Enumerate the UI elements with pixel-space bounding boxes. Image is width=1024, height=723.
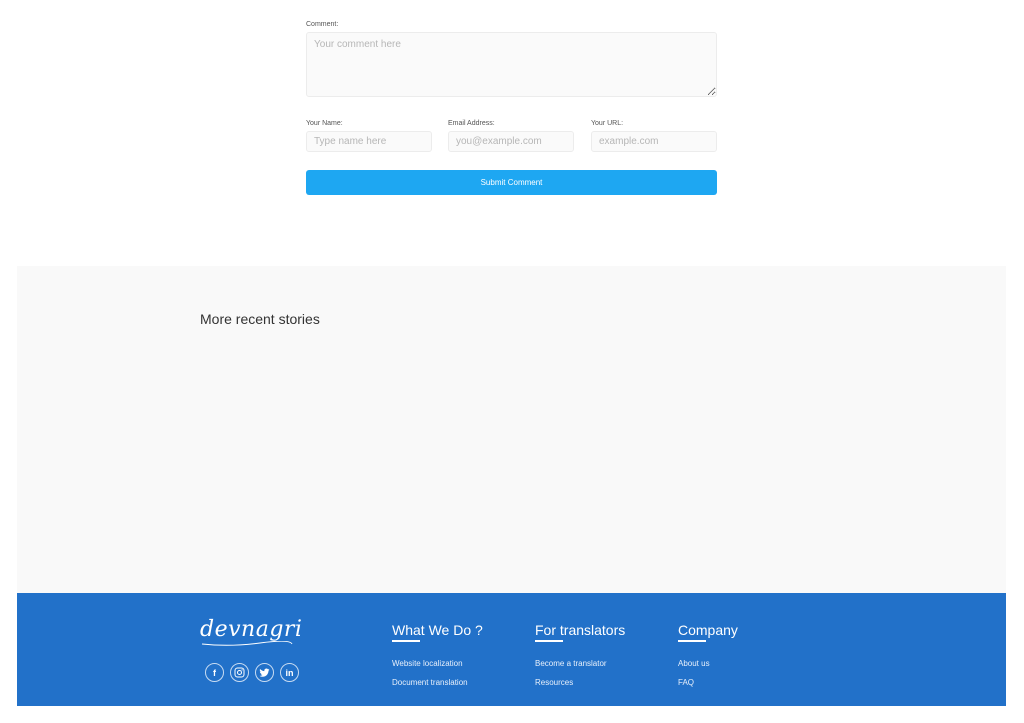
- devnagri-logo[interactable]: devnagri: [200, 617, 302, 642]
- linkedin-icon[interactable]: in: [280, 663, 299, 682]
- twitter-icon[interactable]: [255, 663, 274, 682]
- logo-underline-decoration: [201, 641, 293, 646]
- footer-link-become-translator[interactable]: Become a translator: [535, 659, 607, 668]
- facebook-icon[interactable]: f: [205, 663, 224, 682]
- what-we-do-heading: What We Do ?: [392, 622, 483, 638]
- footer-link-about-us[interactable]: About us: [678, 659, 710, 668]
- url-label: Your URL:: [591, 120, 624, 127]
- for-translators-underline: [535, 640, 563, 642]
- footer-link-faq[interactable]: FAQ: [678, 678, 694, 687]
- recent-stories-title: More recent stories: [200, 311, 320, 327]
- name-label: Your Name:: [306, 120, 343, 127]
- what-we-do-underline: [392, 640, 420, 642]
- footer-link-website-localization[interactable]: Website localization: [392, 659, 463, 668]
- site-footer: devnagri f in What We Do ? Website local…: [17, 593, 1006, 706]
- email-label: Email Address:: [448, 120, 495, 127]
- comment-textarea[interactable]: [306, 32, 717, 97]
- instagram-icon[interactable]: [230, 663, 249, 682]
- footer-link-resources[interactable]: Resources: [535, 678, 573, 687]
- url-input[interactable]: [591, 131, 717, 152]
- company-underline: [678, 640, 706, 642]
- for-translators-heading: For translators: [535, 622, 626, 638]
- email-input[interactable]: [448, 131, 574, 152]
- company-heading: Company: [678, 622, 738, 638]
- footer-link-document-translation[interactable]: Document translation: [392, 678, 468, 687]
- recent-stories-section: More recent stories: [17, 266, 1006, 593]
- name-input[interactable]: [306, 131, 432, 152]
- submit-comment-button[interactable]: Submit Comment: [306, 170, 717, 195]
- comment-label: Comment:: [306, 21, 339, 28]
